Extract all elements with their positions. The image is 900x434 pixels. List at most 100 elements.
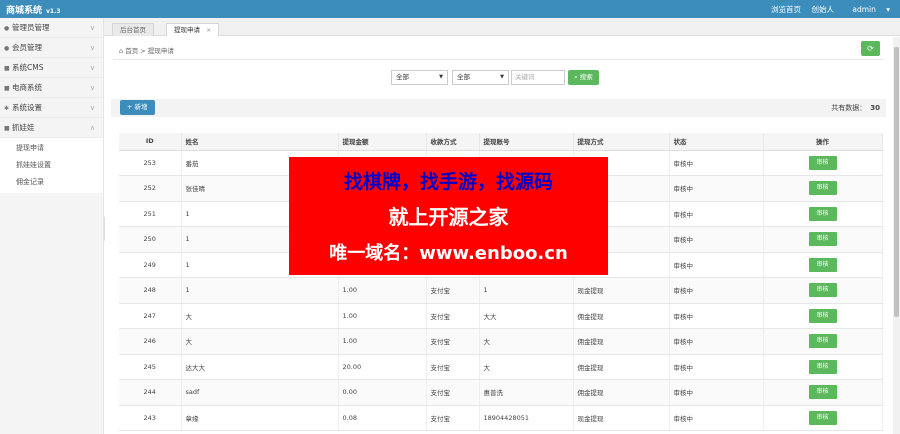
sidebar-item-label: 系统CMS (12, 63, 44, 72)
cell-method: 支付宝 (426, 354, 480, 380)
caret-down-icon: ▼ (439, 74, 443, 80)
cell-action: 审核 (763, 328, 883, 355)
watermark-line-3: 唯一域名：www.enboo.cn (329, 243, 568, 264)
search-row: 全部 ▼ 全部 ▼ 关键词 ⌕ 搜索 (105, 70, 892, 86)
cell-action: 审核 (763, 354, 883, 380)
scrollbar-thumb[interactable] (894, 47, 899, 317)
audit-button[interactable]: 审核 (808, 385, 837, 400)
search-icon: ⌕ (574, 73, 578, 81)
cell-amount: 1.00 (338, 328, 427, 355)
cell-id: 245 (119, 354, 182, 380)
audit-button[interactable]: 审核 (808, 410, 837, 425)
refresh-button[interactable]: ⟳ (861, 41, 880, 56)
caret-down-icon: ▼ (500, 74, 504, 80)
col-header-amount: 提现金额 (338, 133, 427, 151)
audit-button[interactable]: 审核 (808, 257, 837, 272)
audit-button[interactable]: 审核 (808, 359, 837, 374)
table-toolbar: + 新增 共有数据： 30 (111, 99, 886, 117)
table-row: 247 大 1.00 支付宝 大大 佣金提现 审核中 审核 (119, 303, 883, 329)
filter-select-1[interactable]: 全部 ▼ (391, 70, 448, 85)
cell-type: 现金提现 (573, 277, 670, 304)
filter-select-value: 全部 (457, 73, 470, 81)
cell-method: 支付宝 (426, 303, 480, 329)
breadcrumb-home[interactable]: 首页 (125, 47, 138, 55)
cell-method: 支付宝 (426, 405, 480, 431)
audit-button[interactable]: 审核 (808, 334, 837, 349)
sidebar-item-settings[interactable]: ✱ 系统设置 ∨ (0, 98, 103, 118)
gear-icon: ✱ (4, 105, 10, 112)
app-brand[interactable]: 商城系统 v1.3 (6, 3, 61, 16)
audit-button[interactable]: 审核 (808, 206, 837, 221)
file-icon: ■ (4, 65, 10, 72)
sidebar-item-admin[interactable]: ● 管理员管理 ∨ (0, 18, 103, 38)
cell-name: 大 (181, 303, 339, 329)
watermark-line-2: 就上开源之家 (388, 205, 509, 229)
filter-select-2[interactable]: 全部 ▼ (452, 70, 509, 85)
audit-button[interactable]: 审核 (808, 283, 837, 298)
cell-id: 248 (119, 277, 182, 304)
page-scrollbar[interactable] (893, 37, 900, 434)
sidebar-item-claw[interactable]: ■ 抓娃娃 ∧ (0, 118, 103, 138)
breadcrumb-separator: > (140, 47, 146, 55)
total-label: 共有数据： (831, 104, 867, 112)
cell-account: 大 (479, 354, 574, 380)
col-header-action: 操作 (763, 133, 883, 151)
admin-menu[interactable]: admin ▾ (844, 5, 890, 14)
cell-id: 251 (119, 201, 182, 227)
audit-button[interactable]: 审核 (808, 181, 837, 196)
col-header-id: ID (119, 133, 182, 151)
sidebar-subitem-claw-settings[interactable]: 抓娃娃设置 (0, 157, 103, 174)
tab-home[interactable]: 后台首页 (112, 23, 154, 36)
cell-name: 大 (181, 328, 339, 355)
audit-button[interactable]: 审核 (808, 232, 837, 247)
chevron-down-icon: ∨ (89, 84, 95, 92)
cell-action: 审核 (763, 150, 883, 176)
sidebar-subitem-withdraw[interactable]: 提现申请 (0, 140, 103, 157)
cell-status: 审核中 (669, 252, 764, 278)
user-icon: ● (4, 25, 10, 32)
sidebar-item-cms[interactable]: ■ 系统CMS ∨ (0, 58, 103, 78)
cell-name: 章缘 (181, 405, 339, 431)
home-icon: ⌂ (119, 47, 124, 55)
sidebar: ● 管理员管理 ∨ ● 会员管理 ∨ ■ 系统CMS ∨ ■ 电商系统 ∨ ✱ 系统设置 ∨ ■ 抓娃… (0, 18, 104, 434)
table-row: 245 达大大 20.00 支付宝大佣金提现 审核中 审核 (119, 354, 883, 380)
cell-type: 现金提现 (573, 405, 670, 431)
table-row: 244 sadf 0.00 支付宝 惠普洗 佣金提现 审核中 审核 (119, 379, 883, 406)
browse-home-link[interactable]: 浏览首页 (771, 5, 801, 14)
cell-type: 佣金提现 (573, 303, 670, 329)
sidebar-item-label: 管理员管理 (12, 23, 50, 32)
cell-amount: 0.00 (338, 379, 427, 406)
cell-amount: 1.00 (338, 303, 427, 329)
cell-status: 审核中 (669, 354, 764, 380)
cell-id: 247 (119, 303, 182, 329)
audit-button[interactable]: 审核 (808, 308, 837, 323)
user-role: 创始人 (811, 5, 834, 14)
table-row: 248 1 1.00 支付宝 1 现金提现 审核中 审核 (119, 277, 883, 304)
chevron-down-icon: ∨ (89, 44, 95, 52)
sidebar-item-ecommerce[interactable]: ■ 电商系统 ∨ (0, 78, 103, 98)
search-button[interactable]: ⌕ 搜索 (568, 70, 599, 85)
cell-status: 审核中 (669, 226, 764, 253)
caret-down-icon: ▾ (886, 5, 890, 14)
tab-label: 后台首页 (120, 26, 146, 34)
sidebar-item-label: 会员管理 (12, 43, 42, 52)
col-header-name: 姓名 (181, 133, 339, 151)
keyword-input[interactable]: 关键词 (511, 70, 565, 85)
cell-id: 250 (119, 226, 182, 253)
close-icon[interactable]: × (206, 26, 211, 34)
cell-id: 249 (119, 252, 182, 278)
search-button-label: 搜索 (579, 73, 593, 81)
sidebar-subitem-commission[interactable]: 佣金记录 (0, 174, 103, 191)
audit-button[interactable]: 审核 (808, 155, 837, 170)
users-icon: ● (4, 45, 10, 52)
cell-type: 佣金提现 (573, 354, 670, 380)
tab-bar: 后台首页 提现申请 × (104, 18, 900, 36)
cell-action: 审核 (763, 277, 883, 304)
cell-status: 审核中 (669, 175, 764, 202)
tab-label: 提现申请 (174, 26, 200, 34)
sidebar-item-members[interactable]: ● 会员管理 ∨ (0, 38, 103, 58)
add-button[interactable]: + 新增 (120, 100, 155, 115)
col-header-type: 提现方式 (573, 133, 670, 151)
tab-withdraw[interactable]: 提现申请 × (166, 23, 220, 36)
chevron-up-icon: ∧ (89, 124, 95, 132)
